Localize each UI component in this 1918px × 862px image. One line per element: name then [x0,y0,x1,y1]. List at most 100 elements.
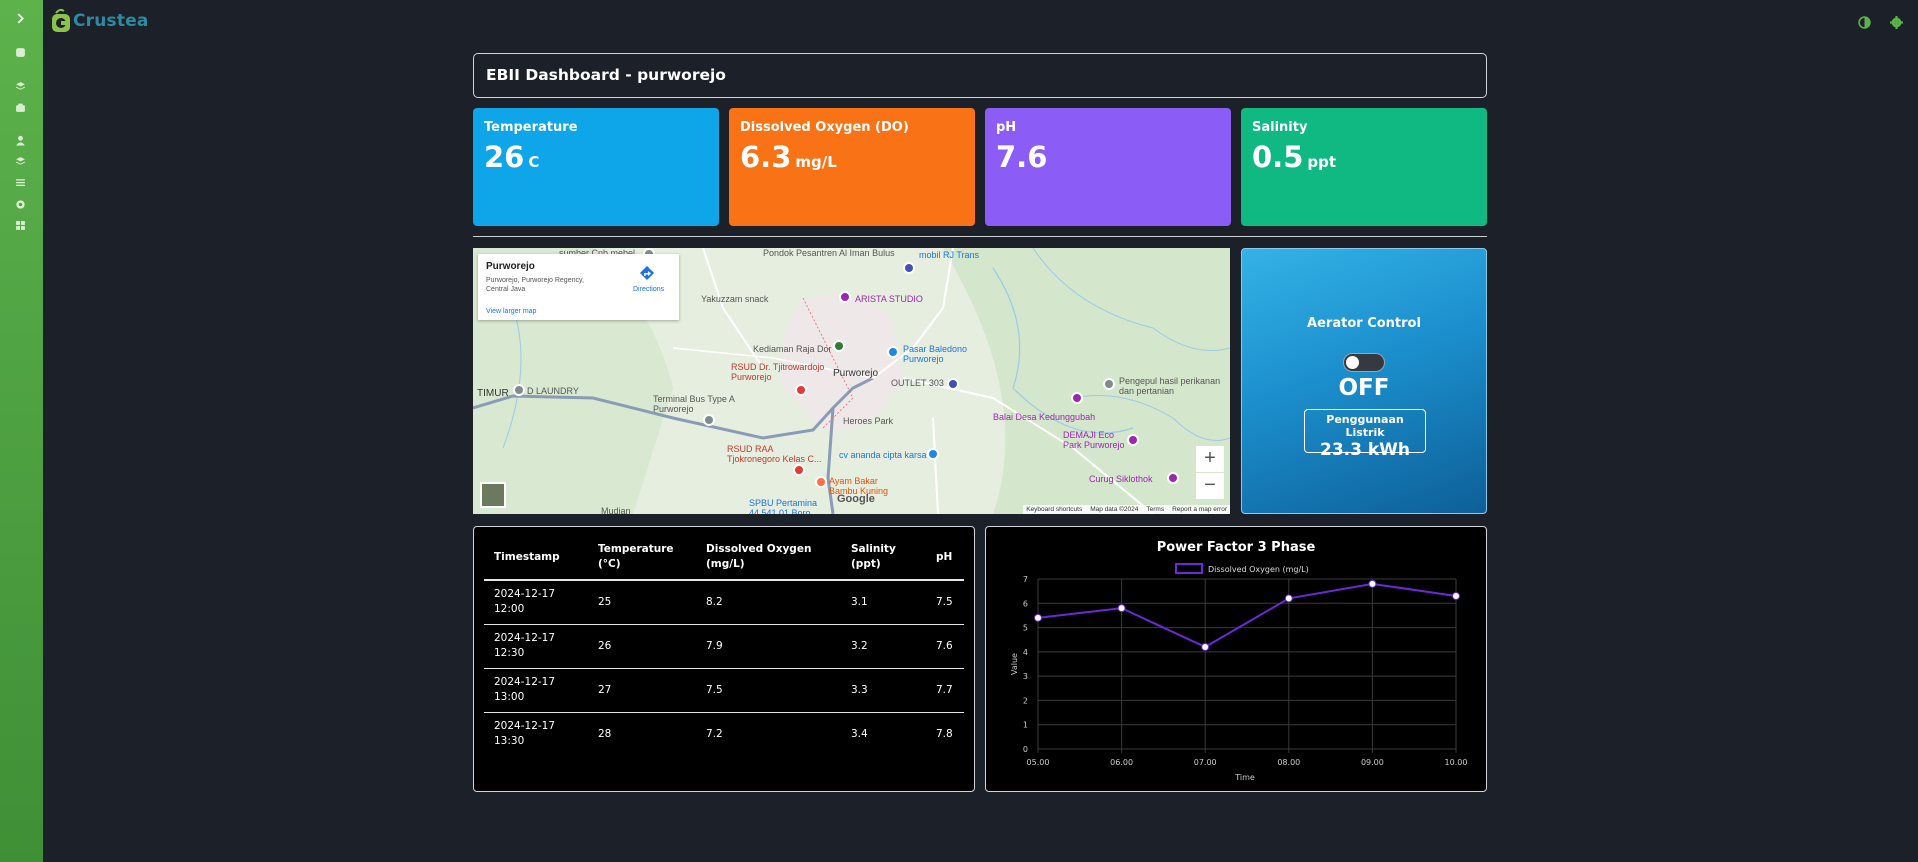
y-tick-label: 4 [1023,648,1028,657]
camera-icon[interactable] [12,99,28,115]
theme-toggle-icon[interactable] [1856,14,1872,30]
stack-icon[interactable] [12,153,28,169]
user-icon[interactable] [12,132,28,148]
view-larger-map-link[interactable]: View larger map [486,308,536,315]
data-point [1117,604,1126,613]
keyboard-shortcuts-link[interactable]: Keyboard shortcuts [1026,506,1082,513]
map-pin[interactable] [887,346,899,358]
directions-icon[interactable] [640,266,654,286]
stat-label: Salinity [1252,120,1308,135]
x-tick-label: 10.00 [1445,758,1468,767]
map-label: RSUD RAA Tjokronegoro Kelas C... [727,444,822,464]
map-label: Yakuzzam snack [701,294,769,304]
map-pin[interactable] [903,262,915,274]
table-cell: 7.6 [926,624,964,669]
column-header: Salinity (ppt) [841,535,926,581]
power-factor-chart: 0 1 2 3 4 5 6 7 05.00 06.00 07.00 08.00 09.00 10.00 Ti… [1010,563,1468,782]
map-pin[interactable] [1103,378,1115,390]
data-point [1452,592,1460,600]
column-header: Timestamp [484,535,588,581]
salinity-card: Salinity 0.5 ppt [1241,108,1487,226]
data-point [1034,613,1042,622]
aerator-title: Aerator Control [1307,316,1421,331]
table-cell: 3.4 [851,727,868,740]
table-cell: 26 [588,624,696,669]
table-cell: 2024-12-17 12:30 [484,624,588,669]
map-label: Pasar Baledono Purworejo [903,344,968,364]
map-pin[interactable] [703,414,715,426]
gear-icon[interactable] [1888,14,1904,30]
map-pin[interactable] [833,340,845,352]
expand-chevron-icon[interactable] [12,10,28,26]
aerator-control-panel: Aerator Control OFF Penggunaan Listrik 2… [1241,248,1487,514]
column-header: pH [926,535,964,581]
terms-link[interactable]: Terms [1146,506,1164,513]
legend-label: Dissolved Oxygen (mg/L) [1208,565,1309,574]
dashboard-header: EBII Dashboard - purworejo [473,53,1487,98]
table-header-row: Timestamp Temperature (°C) Dissolved Oxy… [484,535,964,581]
map-label: TIMUR [477,388,509,399]
y-tick-label: 3 [1023,672,1028,681]
map-data-text: Map data ©2024 [1090,506,1139,513]
location-map[interactable]: Pondok Pesantren Al Iman Bulus mobil RJ … [473,248,1230,514]
map-pin[interactable] [793,464,805,476]
list-icon[interactable] [12,174,28,190]
y-tick-label: 7 [1023,575,1028,584]
x-tick-label: 05.00 [1027,758,1050,767]
y-tick-label: 0 [1023,745,1028,754]
table-cell: 27 [588,668,696,713]
map-pin[interactable] [1071,392,1083,404]
legend-swatch [1175,563,1203,574]
map-attribution: Keyboard shortcuts Map data ©2024 Terms … [1023,505,1230,514]
x-tick-label: 08.00 [1277,758,1300,767]
home-icon[interactable] [12,44,28,60]
directions-link[interactable]: Directions [633,286,664,293]
table-cell: 2024-12-17 13:00 [484,668,588,713]
report-error-link[interactable]: Report a map error [1172,506,1227,513]
map-pin[interactable] [1167,472,1179,484]
readings-table-card: Timestamp Temperature (°C) Dissolved Oxy… [473,526,975,792]
power-usage-box: Penggunaan Listrik 23.3 kWh [1304,409,1426,460]
map-label: ARISTA STUDIO [855,294,923,304]
aerator-state: OFF [1338,375,1390,401]
map-label: Kediaman Raja Dor [753,344,832,354]
map-label: cv ananda cipta karsa [839,450,927,460]
data-point [1284,594,1293,603]
map-pin[interactable] [839,291,851,303]
settings-icon[interactable] [12,196,28,212]
map-pin[interactable] [795,384,807,396]
map-label: Purworejo [833,368,879,379]
app-logo[interactable]: Crustea [50,8,149,34]
stat-value: 26 C [484,140,540,174]
map-pin[interactable] [947,378,959,390]
table-cell: 7.8 [936,727,953,740]
map-pin[interactable] [513,384,525,396]
table-cell: 7.5 [696,668,841,713]
map-label: Pondok Pesantren Al Iman Bulus [763,248,895,258]
table-row: 2024-12-17 13:30 28 7.2 3.4 7.8 [484,712,964,756]
stat-value: 7.6 [996,140,1048,174]
section-divider [473,236,1487,237]
layers-icon[interactable] [12,78,28,94]
place-subtitle: Purworejo, Purworejo Regency, Central Ja… [486,277,584,293]
satellite-toggle-thumbnail[interactable] [480,482,506,508]
google-logo: Google [837,493,875,505]
stat-label: Temperature [484,120,578,135]
power-usage-value: 23.3 kWh [1319,440,1411,460]
aerator-toggle[interactable] [1343,353,1385,372]
table-cell: 7.9 [696,624,841,669]
map-pin[interactable] [927,448,939,460]
dissolved-oxygen-card: Dissolved Oxygen (DO) 6.3 mg/L [729,108,975,226]
zoom-out-button[interactable]: − [1196,473,1224,499]
map-label: Pengepul hasil perikanan dan pertanian [1119,376,1221,396]
logo-mark-icon [50,8,72,34]
zoom-in-button[interactable]: + [1196,446,1224,472]
stat-value: 0.5 ppt [1252,140,1337,174]
map-label: RSUD Dr. Tjitrowardojo Purworejo [731,362,825,382]
y-axis-label: Value [1010,653,1019,675]
table-cell: 7.5 [926,580,964,625]
stat-value: 6.3 mg/L [740,140,837,174]
map-label: OUTLET 303 [891,378,944,388]
grid-icon[interactable] [12,217,28,233]
map-pin[interactable] [815,476,827,488]
